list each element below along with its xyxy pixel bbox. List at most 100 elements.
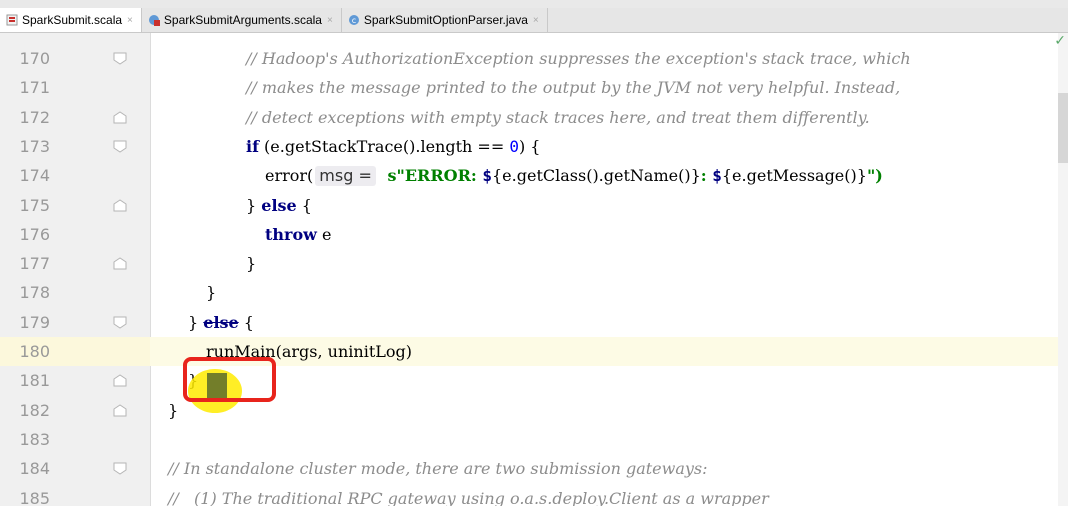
interpolation-marker: $: [712, 166, 722, 186]
code-token: {: [238, 312, 254, 332]
interpolation-marker: $: [482, 166, 492, 186]
number-literal: 0: [509, 136, 519, 156]
code-text: }: [168, 400, 179, 420]
close-icon[interactable]: ×: [327, 15, 333, 26]
annotation-box: [183, 357, 276, 402]
keyword: if: [246, 136, 259, 156]
string-literal: "): [866, 166, 883, 186]
code-line: 174 error(msg = s"ERROR: ${e.getClass().…: [0, 161, 1068, 190]
code-text: throw e: [265, 220, 331, 249]
code-comment: // (1) The traditional RPC gateway using…: [168, 488, 769, 506]
line-number: 182: [19, 400, 50, 420]
code-comment: // Hadoop's AuthorizationException suppr…: [246, 49, 911, 68]
code-line: 182 }: [0, 396, 1068, 425]
code-comment: // makes the message printed to the outp…: [246, 78, 901, 98]
tab-sparksubmit-scala[interactable]: SparkSubmit.scala ×: [0, 8, 142, 32]
line-number: 176: [19, 224, 50, 244]
code-token: e: [316, 224, 332, 244]
code-token: (e.: [258, 136, 285, 156]
code-text: } else {: [246, 191, 312, 220]
line-number: 181: [19, 371, 50, 391]
tab-sparksubmitarguments-scala[interactable]: SparkSubmitArguments.scala ×: [141, 8, 342, 32]
interpolated-expression: {e.getMessage()}: [721, 166, 867, 186]
code-line: 173 if (e.getStackTrace().length == 0) {: [0, 132, 1068, 161]
code-line: 177 }: [0, 249, 1068, 278]
code-token: ().: [402, 136, 421, 156]
close-icon[interactable]: ×: [533, 15, 539, 26]
code-line: 181 }: [0, 366, 1068, 395]
code-line: 184 // In standalone cluster mode, there…: [0, 454, 1068, 483]
vertical-scrollbar[interactable]: [1058, 33, 1068, 506]
line-number: 177: [19, 254, 50, 274]
fold-end-icon[interactable]: [113, 403, 127, 417]
interpolated-expression: {e.getClass().getName()}: [492, 166, 701, 186]
tab-sparksubmitoptionparser-java[interactable]: c SparkSubmitOptionParser.java ×: [341, 8, 548, 32]
code-line: 176 throw e: [0, 220, 1068, 249]
code-token: ) {: [518, 136, 541, 156]
scrollbar-thumb[interactable]: [1058, 93, 1068, 163]
close-icon[interactable]: ×: [127, 15, 133, 26]
line-number: 171: [19, 78, 50, 98]
tab-label: SparkSubmitArguments.scala: [163, 13, 322, 27]
line-number: 175: [19, 195, 50, 215]
code-line: 179 } else {: [0, 308, 1068, 337]
code-text: }: [246, 254, 257, 274]
code-token: }: [246, 195, 262, 215]
code-line: 175 } else {: [0, 191, 1068, 220]
fold-marker-icon[interactable]: [113, 52, 127, 65]
line-number: 172: [19, 107, 50, 127]
code-comment: // In standalone cluster mode, there are…: [168, 459, 708, 479]
svg-text:c: c: [352, 16, 356, 25]
fold-end-icon[interactable]: [113, 198, 127, 212]
inspection-ok-icon: ✓: [1054, 33, 1066, 49]
code-line: 185 // (1) The traditional RPC gateway u…: [0, 484, 1068, 506]
code-token: error(: [265, 166, 314, 186]
code-editor[interactable]: 170 // Hadoop's AuthorizationException s…: [0, 33, 1068, 506]
line-number: 170: [19, 49, 50, 68]
parameter-hint: msg =: [315, 166, 376, 187]
code-line: 178 }: [0, 278, 1068, 307]
tab-label: SparkSubmitOptionParser.java: [363, 13, 528, 27]
code-token: length: [420, 136, 473, 156]
java-class-icon: c: [348, 15, 359, 25]
code-line-current: 180 runMain(args, uninitLog): [0, 337, 1068, 367]
code-text: } else {: [188, 308, 254, 337]
code-line: 170 // Hadoop's AuthorizationException s…: [0, 44, 1068, 73]
code-token: {: [296, 195, 312, 215]
gutter-cell: [50, 337, 150, 367]
scala-class-icon: [148, 15, 160, 26]
line-number: 179: [19, 312, 50, 332]
code-text: error(msg = s"ERROR: ${e.getClass().getN…: [265, 161, 883, 190]
code-line: 171 // makes the message printed to the …: [0, 73, 1068, 102]
line-number: 184: [19, 459, 50, 479]
fold-marker-icon[interactable]: [113, 140, 127, 153]
keyword: else: [261, 195, 297, 215]
code-token: getStackTrace: [284, 136, 403, 156]
code-token: }: [188, 312, 204, 332]
editor-tab-bar: SparkSubmit.scala × SparkSubmitArguments…: [0, 8, 1068, 33]
tab-label: SparkSubmit.scala: [22, 13, 123, 27]
keyword: else: [203, 312, 239, 332]
code-text: }: [206, 283, 217, 303]
code-line: 172 // detect exceptions with empty stac…: [0, 103, 1068, 132]
line-number: 185: [19, 488, 50, 506]
code-text: if (e.getStackTrace().length == 0) {: [246, 132, 540, 161]
string-literal: s"ERROR:: [387, 166, 483, 186]
fold-marker-icon[interactable]: [113, 316, 127, 329]
code-token: ==: [472, 136, 510, 156]
fold-end-icon[interactable]: [113, 257, 127, 270]
line-number: 174: [19, 166, 50, 186]
keyword: throw: [265, 224, 317, 244]
code-token: (args, uninitLog): [275, 342, 412, 361]
fold-end-icon[interactable]: [113, 374, 127, 387]
code-line: 183: [0, 425, 1068, 454]
fold-end-icon[interactable]: [113, 110, 127, 124]
scala-file-icon: [6, 14, 18, 26]
line-number: 173: [19, 136, 50, 156]
string-literal: :: [700, 166, 713, 186]
line-number: 178: [19, 283, 50, 303]
fold-marker-icon[interactable]: [113, 462, 127, 475]
line-number: 180: [0, 337, 50, 367]
code-comment: // detect exceptions with empty stack tr…: [246, 107, 870, 127]
line-number: 183: [19, 429, 50, 449]
